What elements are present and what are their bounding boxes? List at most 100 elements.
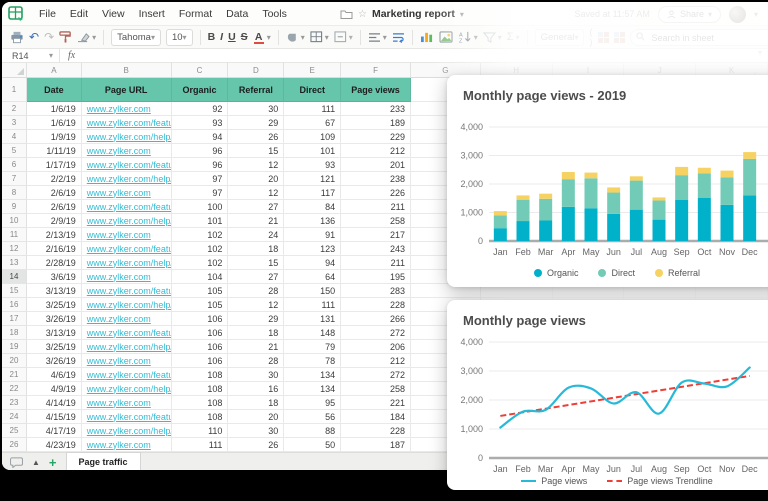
row-header-5[interactable]: 5 [2,144,27,158]
cell-F2[interactable]: 233 [341,102,411,116]
cell-B11[interactable]: www.zylker.com [82,228,172,242]
font-name-select[interactable]: Tahoma▾ [111,29,161,46]
wrap-text-button[interactable] [392,32,405,43]
menu-edit[interactable]: Edit [63,8,95,20]
row-header-2[interactable]: 2 [2,102,27,116]
cell-A5[interactable]: 1/11/19 [27,144,82,158]
row-header-1[interactable]: 1 [2,78,27,102]
cell-B3[interactable]: www.zylker.com/features/ [82,116,172,130]
cell-A12[interactable]: 2/16/19 [27,242,82,256]
row-header-4[interactable]: 4 [2,130,27,144]
column-header-B[interactable]: B [82,63,172,77]
cell-C17[interactable]: 106 [172,312,229,326]
cell-E8[interactable]: 117 [284,186,341,200]
cell-B2[interactable]: www.zylker.com [82,102,172,116]
cell-E19[interactable]: 79 [284,340,341,354]
cell-A9[interactable]: 2/6/19 [27,200,82,214]
cell-E24[interactable]: 56 [284,410,341,424]
eraser-button[interactable]: ▾ [77,32,96,43]
cell-D11[interactable]: 24 [228,228,284,242]
cell-F9[interactable]: 211 [341,200,411,214]
cell-D17[interactable]: 29 [228,312,284,326]
cell-F17[interactable]: 266 [341,312,411,326]
row-header-10[interactable]: 10 [2,214,27,228]
format-painter-button[interactable] [59,31,72,43]
cell-D9[interactable]: 27 [228,200,284,214]
cell-B19[interactable]: www.zylker.com/help/ [82,340,172,354]
cell-B15[interactable]: www.zylker.com/features/ [82,284,172,298]
cell-C8[interactable]: 97 [172,186,229,200]
row-header-14[interactable]: 14 [2,270,27,284]
cell-F18[interactable]: 272 [341,326,411,340]
cell-A20[interactable]: 3/26/19 [27,354,82,368]
cell-B25[interactable]: www.zylker.com/help/ [82,424,172,438]
cell-C20[interactable]: 106 [172,354,229,368]
cell-E5[interactable]: 101 [284,144,341,158]
row-header-3[interactable]: 3 [2,116,27,130]
menu-insert[interactable]: Insert [132,8,172,20]
cell-A10[interactable]: 2/9/19 [27,214,82,228]
cell-A26[interactable]: 4/23/19 [27,438,82,452]
cell-A2[interactable]: 1/6/19 [27,102,82,116]
row-header-13[interactable]: 13 [2,256,27,270]
cell-B20[interactable]: www.zylker.com [82,354,172,368]
cell-F24[interactable]: 184 [341,410,411,424]
add-sheet-button[interactable]: + [49,456,57,469]
row-header-26[interactable]: 26 [2,438,27,452]
cell-D5[interactable]: 15 [228,144,284,158]
fill-color-button[interactable]: ▾ [286,31,305,43]
cell-C11[interactable]: 102 [172,228,229,242]
cell-D1[interactable]: Referral [228,78,284,102]
cell-B5[interactable]: www.zylker.com [82,144,172,158]
cell-A3[interactable]: 1/6/19 [27,116,82,130]
star-icon[interactable]: ☆ [358,9,367,20]
cell-A8[interactable]: 2/6/19 [27,186,82,200]
cell-C7[interactable]: 97 [172,172,229,186]
cell-F22[interactable]: 258 [341,382,411,396]
print-button[interactable] [10,31,24,44]
row-header-19[interactable]: 19 [2,340,27,354]
cell-D24[interactable]: 20 [228,410,284,424]
horizontal-align-button[interactable]: ▾ [368,32,387,43]
row-header-6[interactable]: 6 [2,158,27,172]
cell-B7[interactable]: www.zylker.com/help/ [82,172,172,186]
cell-D15[interactable]: 28 [228,284,284,298]
cell-A11[interactable]: 2/13/19 [27,228,82,242]
cell-F16[interactable]: 228 [341,298,411,312]
cell-A15[interactable]: 3/13/19 [27,284,82,298]
cell-A6[interactable]: 1/17/19 [27,158,82,172]
cell-C22[interactable]: 108 [172,382,229,396]
cell-B23[interactable]: www.zylker.com [82,396,172,410]
cell-E23[interactable]: 95 [284,396,341,410]
cell-F11[interactable]: 217 [341,228,411,242]
merge-cells-button[interactable]: ▾ [334,31,353,43]
row-header-11[interactable]: 11 [2,228,27,242]
column-header-A[interactable]: A [27,63,82,77]
borders-button[interactable]: ▾ [310,31,329,43]
cell-D19[interactable]: 21 [228,340,284,354]
cell-D2[interactable]: 30 [228,102,284,116]
cell-E6[interactable]: 93 [284,158,341,172]
cell-D20[interactable]: 28 [228,354,284,368]
cell-F8[interactable]: 226 [341,186,411,200]
cell-B6[interactable]: www.zylker.com/features/ [82,158,172,172]
cell-F6[interactable]: 201 [341,158,411,172]
cell-E17[interactable]: 131 [284,312,341,326]
font-size-select[interactable]: 10▾ [166,29,193,46]
cell-B21[interactable]: www.zylker.com/features/ [82,368,172,382]
cell-F26[interactable]: 187 [341,438,411,452]
sheet-list-icon[interactable]: ▲ [32,458,40,467]
cell-B13[interactable]: www.zylker.com/help/ [82,256,172,270]
cell-F14[interactable]: 195 [341,270,411,284]
cell-D16[interactable]: 12 [228,298,284,312]
cell-B24[interactable]: www.zylker.com/features/ [82,410,172,424]
menu-data[interactable]: Data [219,8,255,20]
cell-A25[interactable]: 4/17/19 [27,424,82,438]
row-header-15[interactable]: 15 [2,284,27,298]
select-all-corner[interactable] [2,63,27,77]
cell-E7[interactable]: 121 [284,172,341,186]
sheet-tab-page-traffic[interactable]: Page traffic [66,452,141,470]
cell-F12[interactable]: 243 [341,242,411,256]
cell-C19[interactable]: 106 [172,340,229,354]
row-header-24[interactable]: 24 [2,410,27,424]
